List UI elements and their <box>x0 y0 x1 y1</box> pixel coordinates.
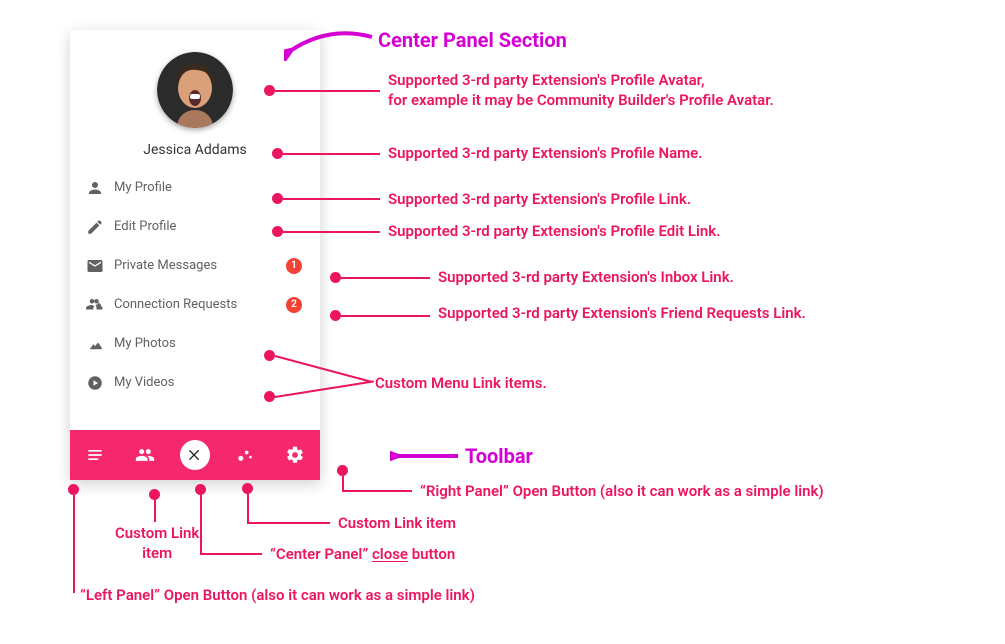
person-icon <box>86 179 114 197</box>
callout-custom-item-1: Custom Link item <box>115 523 199 564</box>
callout-dot <box>330 272 341 283</box>
callout-dot <box>272 226 283 237</box>
callout-line <box>283 231 380 233</box>
callout-line <box>275 90 380 92</box>
mail-icon <box>86 257 114 275</box>
callout-line <box>200 495 202 555</box>
callout-custom-menu: Custom Menu Link items. <box>375 373 547 393</box>
callout-line <box>342 490 412 492</box>
callout-dot <box>264 350 275 361</box>
callout-name: Supported 3-rd party Extension's Profile… <box>388 143 703 163</box>
callout-center-close-a: “Center Panel” <box>270 545 372 563</box>
callout-dot <box>242 483 253 494</box>
toolbar <box>70 430 320 480</box>
toolbar-custom-link-2[interactable] <box>230 440 260 470</box>
arrow-toolbar-icon <box>390 444 460 468</box>
avatar-wrap <box>70 30 320 128</box>
callout-dot <box>272 193 283 204</box>
center-panel: Jessica Addams My Profile Edit Profile P… <box>70 30 320 480</box>
callout-line <box>154 500 156 522</box>
menu-item-connection-requests[interactable]: Connection Requests 2 <box>70 285 320 324</box>
pencil-icon <box>86 218 114 236</box>
callout-line <box>283 153 380 155</box>
group-add-icon <box>86 296 114 314</box>
callout-dot <box>68 484 79 495</box>
menu-list: My Profile Edit Profile Private Messages… <box>70 168 320 430</box>
avatar[interactable] <box>157 52 233 128</box>
avatar-image <box>157 52 233 128</box>
callout-inbox: Supported 3-rd party Extension's Inbox L… <box>438 267 734 287</box>
play-icon <box>86 374 114 392</box>
heading-toolbar: Toolbar <box>465 444 533 468</box>
callout-line <box>247 494 249 524</box>
callout-friends: Supported 3-rd party Extension's Friend … <box>438 303 806 323</box>
callout-line <box>283 198 380 200</box>
callout-dot <box>264 85 275 96</box>
callout-right-panel: “Right Panel” Open Button (also it can w… <box>420 481 824 501</box>
menu-item-label: Private Messages <box>114 258 286 273</box>
menu-item-edit-profile[interactable]: Edit Profile <box>70 207 320 246</box>
callout-left-panel: “Left Panel” Open Button (also it can wo… <box>80 585 475 605</box>
menu-item-private-messages[interactable]: Private Messages 1 <box>70 246 320 285</box>
callout-line <box>341 315 430 317</box>
callout-center-close-b: close <box>372 545 408 563</box>
callout-dot <box>149 489 160 500</box>
callout-dot <box>195 484 206 495</box>
callout-line <box>247 522 330 524</box>
callout-center-close-c: button <box>408 545 455 563</box>
badge: 1 <box>286 258 302 274</box>
image-icon <box>86 335 114 353</box>
menu-item-label: My Videos <box>114 375 302 390</box>
toolbar-custom-link-1[interactable] <box>130 440 160 470</box>
arrow-center-panel-icon <box>284 27 374 61</box>
center-panel-close-button[interactable] <box>180 440 210 470</box>
callout-dot <box>272 148 283 159</box>
heading-center-panel: Center Panel Section <box>378 28 567 52</box>
callout-dot <box>337 465 348 476</box>
callout-line <box>341 277 430 279</box>
right-panel-open-button[interactable] <box>280 440 310 470</box>
callout-dot <box>264 391 275 402</box>
callout-line <box>73 495 75 593</box>
left-panel-open-button[interactable] <box>80 440 110 470</box>
callout-line <box>200 553 262 555</box>
badge: 2 <box>286 297 302 313</box>
callout-custom-item-2: Custom Link item <box>338 513 456 533</box>
callout-center-close: “Center Panel” close button <box>270 544 455 564</box>
callout-avatar: Supported 3-rd party Extension's Profile… <box>388 70 774 111</box>
callout-my-profile: Supported 3-rd party Extension's Profile… <box>388 189 691 209</box>
callout-edit-profile: Supported 3-rd party Extension's Profile… <box>388 221 720 241</box>
menu-item-my-profile[interactable]: My Profile <box>70 168 320 207</box>
menu-item-label: My Photos <box>114 336 302 351</box>
profile-name: Jessica Addams <box>70 128 320 168</box>
callout-dot <box>330 310 341 321</box>
menu-item-label: Connection Requests <box>114 297 286 312</box>
